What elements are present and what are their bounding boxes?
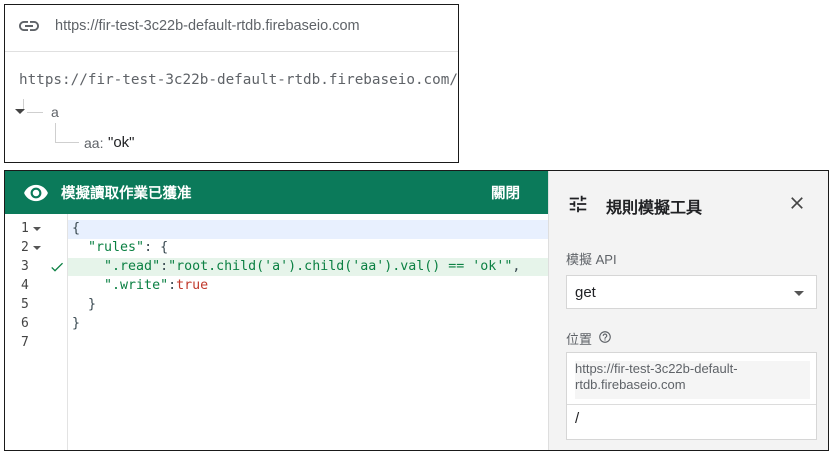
database-url-bar: https://fir-test-3c22b-default-rtdb.fire… — [5, 5, 458, 52]
code-token: "root.child('a').child('aa').val() == 'o… — [168, 259, 513, 274]
database-url[interactable]: https://fir-test-3c22b-default-rtdb.fire… — [55, 18, 360, 34]
simulation-api-value: get — [575, 284, 596, 301]
fold-toggle-icon[interactable] — [33, 227, 41, 231]
code-token: "rules" — [88, 240, 145, 255]
banner-message: 模擬讀取作業已獲准 — [61, 186, 192, 202]
help-icon[interactable] — [598, 330, 612, 344]
simulation-api-label: 模擬 API — [566, 252, 617, 267]
location-prefix: https://fir-test-3c22b-default-rtdb.fire… — [575, 361, 810, 399]
close-icon[interactable] — [787, 193, 807, 213]
line-number: 7 — [21, 335, 29, 350]
line-number: 4 — [21, 278, 29, 293]
tree-connector — [55, 142, 79, 143]
line-number: 3 — [21, 259, 29, 274]
code-token: } — [72, 316, 81, 331]
database-viewer: https://fir-test-3c22b-default-rtdb.fire… — [4, 4, 459, 163]
simulation-api-select[interactable]: get — [566, 275, 817, 309]
code-line-4[interactable]: ".write":true — [72, 278, 208, 293]
line-number: 2 — [21, 240, 29, 255]
eye-icon — [24, 184, 48, 202]
link-icon — [19, 21, 39, 31]
tree-node-aa-value[interactable]: "ok" — [108, 134, 135, 151]
active-line-highlight — [68, 220, 548, 239]
code-line-6[interactable]: } — [72, 316, 80, 331]
code-token: ".write" — [104, 278, 169, 293]
simulator-title: 規則模擬工具 — [606, 200, 703, 217]
code-token: { — [72, 221, 81, 236]
code-token: true — [176, 278, 209, 293]
close-banner-button[interactable]: 關閉 — [491, 182, 520, 203]
line-number: 6 — [21, 316, 29, 331]
divider — [567, 404, 816, 405]
code-token: : — [160, 259, 169, 274]
location-path-input[interactable]: / — [575, 410, 807, 427]
database-root-path[interactable]: https://fir-test-3c22b-default-rtdb.fire… — [19, 72, 458, 88]
code-line-2[interactable]: "rules": { — [72, 240, 168, 255]
dropdown-arrow-icon — [794, 291, 804, 296]
tree-node-aa-key[interactable]: aa: — [84, 135, 103, 151]
rules-playground: 模擬讀取作業已獲准 關閉 1 2 3 4 5 6 7 { "rules": { … — [4, 170, 829, 451]
simulation-result-banner: 模擬讀取作業已獲准 關閉 — [5, 171, 548, 214]
check-icon — [51, 262, 63, 272]
line-number: 1 — [21, 221, 29, 236]
fold-toggle-icon[interactable] — [33, 246, 41, 250]
expand-caret-icon[interactable] — [15, 109, 25, 114]
code-token: ".read" — [104, 259, 161, 274]
tune-icon — [569, 195, 587, 213]
code-line-1[interactable]: { — [72, 221, 80, 236]
tree-connector — [27, 112, 43, 113]
tree-node-a[interactable]: a — [51, 104, 59, 120]
tree-connector — [55, 123, 56, 142]
code-token: : — [168, 278, 177, 293]
location-field: https://fir-test-3c22b-default-rtdb.fire… — [566, 352, 817, 440]
line-number-gutter: 1 2 3 4 5 6 7 — [5, 214, 68, 450]
code-token: , — [512, 259, 521, 274]
rules-editor[interactable]: 1 2 3 4 5 6 7 { "rules": { ".read":"root… — [5, 214, 548, 450]
rules-simulator-panel: 規則模擬工具 模擬 API get 位置 https://fir-test-3c… — [548, 171, 828, 450]
code-line-5[interactable]: } — [72, 297, 96, 312]
code-token: } — [88, 297, 97, 312]
code-token: : { — [144, 240, 169, 255]
line-number: 5 — [21, 297, 29, 312]
location-label: 位置 — [566, 332, 593, 347]
code-line-3[interactable]: ".read":"root.child('a').child('aa').val… — [72, 259, 520, 274]
